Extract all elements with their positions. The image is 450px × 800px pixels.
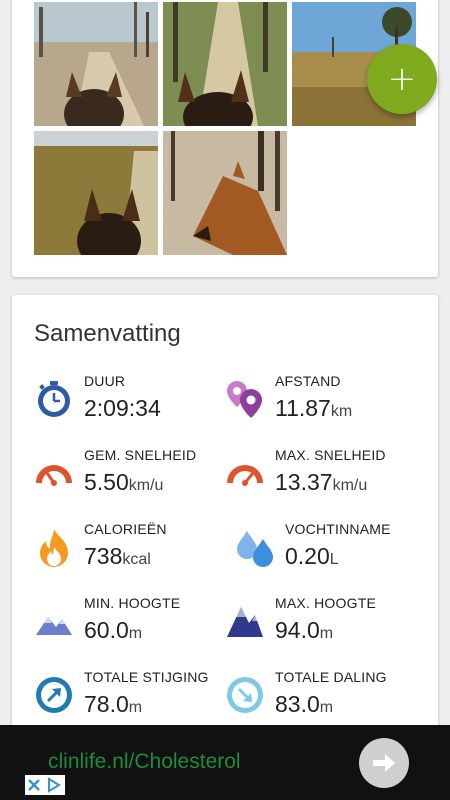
stat-value: 2:09:34 <box>84 395 161 421</box>
summary-title: Samenvatting <box>34 320 181 347</box>
stat-value: 5.50km/u <box>84 469 164 495</box>
stat-label: TOTALE STIJGING <box>84 669 209 685</box>
stat-value: 13.37km/u <box>275 469 368 495</box>
photo-gallery-card: + <box>12 0 438 277</box>
stat-value: 0.20L <box>285 543 339 569</box>
stat-avg-speed: GEM. SNELHEID 5.50km/u <box>34 447 234 507</box>
speedometer-icon <box>34 453 74 493</box>
stopwatch-icon <box>34 379 74 419</box>
ad-banner[interactable]: clinlife.nl/Cholesterol <box>0 725 450 800</box>
stat-total-descent: TOTALE DALING 83.0m <box>225 669 425 729</box>
summary-card: Samenvatting DUUR 2:09:34 AFSTAND 11.87k… <box>12 295 438 735</box>
mountain-max-icon <box>225 601 265 641</box>
stat-label: TOTALE DALING <box>275 669 387 685</box>
stat-label: DUUR <box>84 373 126 389</box>
photo-horse-head[interactable] <box>163 131 287 255</box>
photo-trail-3[interactable] <box>34 131 158 255</box>
stat-label: MAX. HOOGTE <box>275 595 376 611</box>
stat-value: 83.0m <box>275 691 334 717</box>
stat-label: MIN. HOOGTE <box>84 595 181 611</box>
photo-trail-2[interactable] <box>163 2 287 126</box>
stat-value: 94.0m <box>275 617 334 643</box>
location-pins-icon <box>225 379 265 419</box>
stat-label: MAX. SNELHEID <box>275 447 386 463</box>
stat-label: VOCHTINNAME <box>285 521 391 537</box>
stat-value: 78.0m <box>84 691 143 717</box>
add-photo-button[interactable]: + <box>367 44 437 114</box>
stat-total-ascent: TOTALE STIJGING 78.0m <box>34 669 234 729</box>
plus-icon: + <box>387 59 417 99</box>
ad-choices-icon[interactable] <box>25 775 65 795</box>
stat-calories: CALORIEËN 738kcal <box>34 521 234 581</box>
stat-hydration: VOCHTINNAME 0.20L <box>235 521 435 581</box>
stat-max-altitude: MAX. HOOGTE 94.0m <box>225 595 425 655</box>
speedometer-max-icon <box>225 453 265 493</box>
water-drops-icon <box>235 527 275 567</box>
stat-value: 11.87km <box>275 395 353 421</box>
stat-max-speed: MAX. SNELHEID 13.37km/u <box>225 447 425 507</box>
stat-label: CALORIEËN <box>84 521 167 537</box>
stat-min-altitude: MIN. HOOGTE 60.0m <box>34 595 234 655</box>
ad-link-text[interactable]: clinlife.nl/Cholesterol <box>48 750 241 774</box>
stat-label: AFSTAND <box>275 373 341 389</box>
stat-duration: DUUR 2:09:34 <box>34 373 234 433</box>
stat-label: GEM. SNELHEID <box>84 447 197 463</box>
flame-icon <box>34 527 74 567</box>
ascent-arrow-icon <box>34 675 74 715</box>
arrow-right-icon[interactable] <box>359 738 409 788</box>
mountain-min-icon <box>34 601 74 641</box>
stat-value: 60.0m <box>84 617 143 643</box>
photo-trail-1[interactable] <box>34 2 158 126</box>
descent-arrow-icon <box>225 675 265 715</box>
stat-value: 738kcal <box>84 543 151 569</box>
stat-distance: AFSTAND 11.87km <box>225 373 425 433</box>
